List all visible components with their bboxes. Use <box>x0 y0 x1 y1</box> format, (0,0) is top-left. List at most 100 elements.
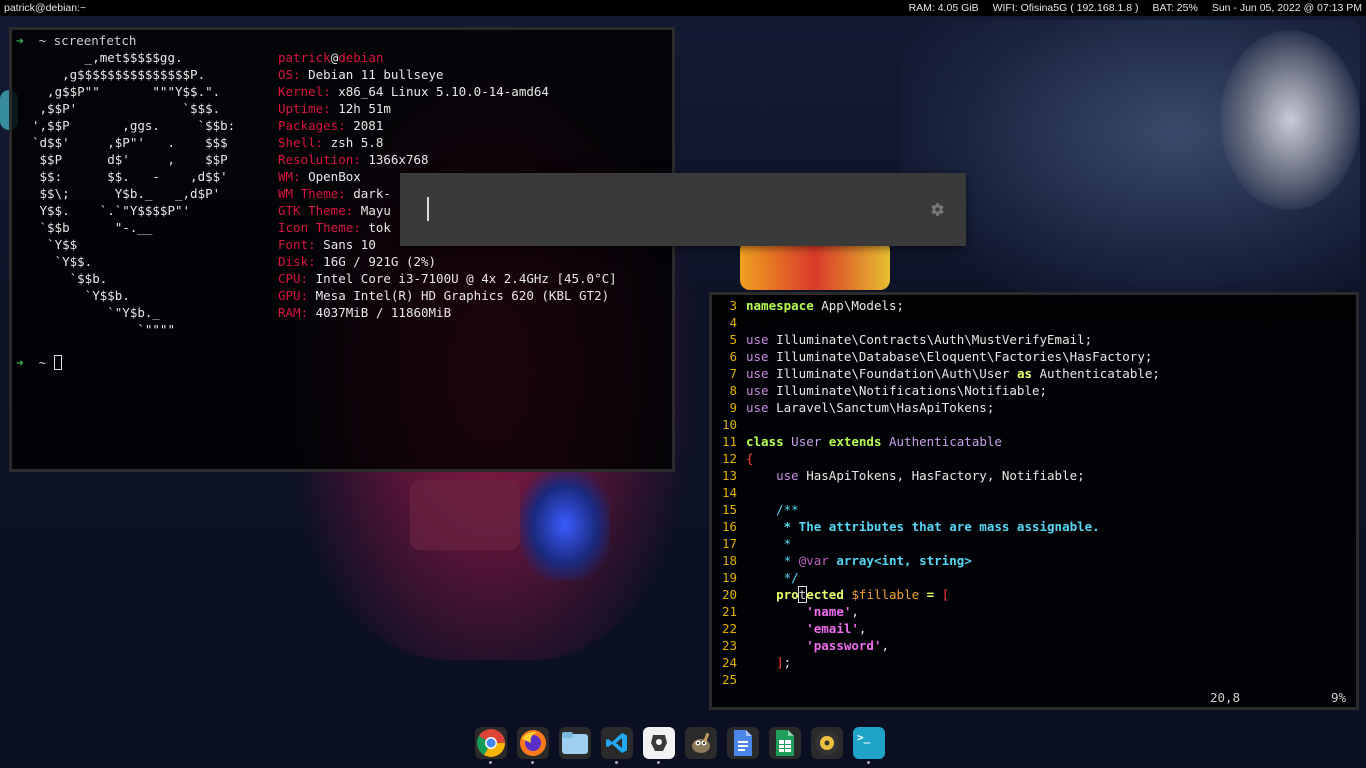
info-value: Sans 10 <box>315 237 376 252</box>
code-token: /** <box>746 502 799 517</box>
code-token: , <box>851 604 859 619</box>
ascii-logo-line: `"Y$b._ <box>32 305 160 320</box>
line-number: 14 <box>721 485 737 500</box>
cursor-position: 20,8 <box>1210 690 1241 705</box>
info-line: GTK Theme: Mayu <box>278 202 391 219</box>
terminal-window[interactable]: ➜ ~ screenfetch _,met$$$$$gg. ,g$$$$$$$$… <box>9 27 675 472</box>
launcher-input-caret <box>427 197 429 221</box>
code-token: Authenticatable; <box>1032 366 1160 381</box>
line-number: 23 <box>721 638 737 653</box>
user-host: patrick@debian <box>278 50 384 65</box>
info-key: Font: <box>278 237 316 252</box>
ascii-logo-line: ,$$P' `$$$. <box>32 101 221 116</box>
info-key: WM: <box>278 169 301 184</box>
info-line: Kernel: x86_64 Linux 5.10.0-14-amd64 <box>278 83 549 100</box>
line-number: 12 <box>721 451 737 466</box>
clock[interactable]: Sun - Jun 05, 2022 @ 07:13 PM <box>1212 0 1362 16</box>
line-number: 22 <box>721 621 737 636</box>
beekeeper-icon[interactable] <box>643 727 675 764</box>
ascii-logo-line: $$: $$. - ,d$$' <box>32 169 228 184</box>
info-key: CPU: <box>278 271 309 286</box>
app-launcher[interactable] <box>400 173 966 246</box>
code-line: 13 use HasApiTokens, HasFactory, Notifia… <box>712 467 1085 484</box>
file-manager-icon[interactable] <box>559 727 591 759</box>
document-viewer-icon[interactable] <box>727 727 759 759</box>
code-token: HasApiTokens, HasFactory, Notifiable; <box>798 468 1085 483</box>
line-number: 25 <box>721 672 737 687</box>
code-line: 21 'name', <box>712 603 859 620</box>
vscode-icon[interactable] <box>601 727 633 764</box>
line-number: 13 <box>721 468 737 483</box>
ascii-logo-line: ',$$P ,ggs. `$$b: <box>32 118 236 133</box>
terminal-icon[interactable]: >_ <box>853 727 885 764</box>
line-number: 10 <box>721 417 737 432</box>
info-line: Icon Theme: tok <box>278 219 391 236</box>
line-number: 6 <box>729 349 737 364</box>
info-value: 12h 51m <box>330 101 391 116</box>
prompt-arrow-icon: ➜ <box>16 33 24 48</box>
code-line: 11 class User extends Authenticatable <box>712 433 1002 450</box>
info-line: Font: Sans 10 <box>278 236 376 253</box>
line-number: 18 <box>721 553 737 568</box>
code-token: App\Models; <box>813 298 905 313</box>
terminal-prompt-line-2[interactable]: ➜ ~ <box>16 354 62 371</box>
info-key: RAM: <box>278 305 309 320</box>
launcher-search-input[interactable] <box>432 195 916 225</box>
ascii-logo-line: `$$b. <box>32 271 108 286</box>
chrome-icon[interactable] <box>475 727 507 764</box>
code-line: 23 'password', <box>712 637 889 654</box>
code-token: use <box>746 349 769 364</box>
code-token: ected <box>806 587 844 602</box>
line-number: 7 <box>729 366 737 381</box>
ascii-logo-line: Y$$. `.`"Y$$$$P"' <box>32 203 191 218</box>
code-token: use <box>746 332 769 347</box>
code-line: 6 use Illuminate\Database\Eloquent\Factor… <box>712 348 1152 365</box>
gear-icon[interactable] <box>930 202 945 217</box>
info-line: Packages: 2081 <box>278 117 383 134</box>
info-line: GPU: Mesa Intel(R) HD Graphics 620 (KBL … <box>278 287 609 304</box>
code-line: 24 ]; <box>712 654 791 671</box>
firefox-icon[interactable] <box>517 727 549 764</box>
music-player-icon[interactable] <box>811 727 843 759</box>
ascii-logo-line: _,met$$$$$gg. <box>32 50 183 65</box>
wifi-indicator[interactable]: WIFI: Ofisina5G ( 192.168.1.8 ) <box>993 0 1139 16</box>
line-number: 24 <box>721 655 737 670</box>
code-token: ] <box>776 655 784 670</box>
info-key: Shell: <box>278 135 324 150</box>
info-key: Kernel: <box>278 84 331 99</box>
ascii-logo-line: $$\; Y$b._ _,d$P' <box>32 186 221 201</box>
ascii-logo-line: `Y$$b. <box>32 288 130 303</box>
code-line: 17 * <box>712 535 791 552</box>
code-token: array<int, string> <box>828 553 972 568</box>
info-line: Disk: 16G / 921G (2%) <box>278 253 436 270</box>
ram-indicator: RAM: 4.05 GiB <box>908 2 979 14</box>
info-value: Debian 11 bullseye <box>300 67 444 82</box>
code-token: , <box>858 621 867 636</box>
code-token: Illuminate\Database\Eloquent\Factories\H… <box>768 349 1153 364</box>
info-line: OS: Debian 11 bullseye <box>278 66 444 83</box>
info-line: CPU: Intel Core i3-7100U @ 4x 2.4GHz [45… <box>278 270 617 287</box>
code-token: as <box>1016 366 1032 381</box>
vim-editor-window[interactable]: 3 namespace App\Models; 4 5 use Illuminate\C… <box>709 292 1359 710</box>
ascii-logo-line: ,g$$P"" """Y$$.". <box>32 84 221 99</box>
line-number: 15 <box>721 502 737 517</box>
info-key: WM Theme: <box>278 186 346 201</box>
code-token: pro <box>746 587 799 602</box>
code-token: use <box>746 400 769 415</box>
code-line: 7 use Illuminate\Foundation\Auth\User as … <box>712 365 1160 382</box>
line-number: 20 <box>721 587 737 602</box>
info-value: x86_64 Linux 5.10.0-14-amd64 <box>330 84 549 99</box>
info-value: 4037MiB / 11860MiB <box>308 305 452 320</box>
info-key: OS: <box>278 67 301 82</box>
gimp-icon[interactable] <box>685 727 717 759</box>
ascii-logo-line: `Y$$. <box>32 254 93 269</box>
code-line: 14 <box>712 484 746 501</box>
info-value: Mesa Intel(R) HD Graphics 620 (KBL GT2) <box>308 288 610 303</box>
info-line: Shell: zsh 5.8 <box>278 134 383 151</box>
line-number: 19 <box>721 570 737 585</box>
ascii-logo-line: `Y$$ <box>32 237 78 252</box>
spreadsheet-icon[interactable] <box>769 727 801 759</box>
info-key: GPU: <box>278 288 309 303</box>
info-line: WM: OpenBox <box>278 168 361 185</box>
